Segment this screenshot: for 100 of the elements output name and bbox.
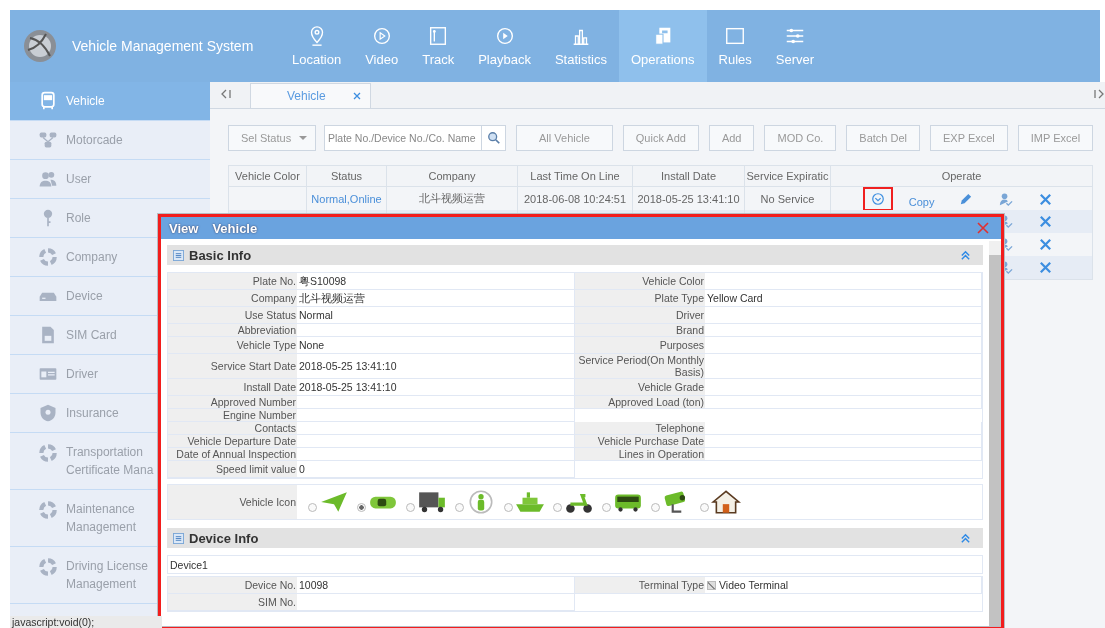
field-label: Purposes [575,337,705,354]
caret-icon [299,135,307,141]
field-label: Engine Number [168,409,297,422]
radio-button[interactable] [602,502,611,512]
field-label: Date of Annual Inspection [168,448,297,461]
toolbar-button[interactable]: EXP Excel [930,125,1008,151]
nav-tab[interactable]: Server [763,10,827,82]
toolbar-button[interactable]: Batch Del [846,125,921,151]
column-header: Company [387,166,518,186]
collapse-icon[interactable] [960,249,971,261]
search-field[interactable]: Plate No./Device No./Co. Name [324,125,482,151]
field-label: Vehicle Type [168,337,297,354]
chevron-circle-icon [870,192,885,206]
nav-tab[interactable]: Operations [618,10,707,82]
ring-icon [38,500,58,520]
search-icon [486,131,501,145]
column-header: Install Date [633,166,745,186]
scroll-right-icon[interactable] [1093,88,1105,100]
dialog-subtitle: Vehicle [212,220,258,236]
toolbar-button[interactable]: IMP Excel [1017,125,1094,151]
table-cell: 北斗视频运营 [419,191,485,206]
delete-icon[interactable] [1038,237,1054,252]
field-label: Plate No. [168,273,297,290]
nav-tab[interactable]: Location [280,10,354,82]
table-cell: No Service [760,192,815,205]
bus-icon [38,91,58,111]
close-icon[interactable] [351,91,362,101]
nav-tab[interactable]: Playback [466,10,543,82]
shield-icon [38,403,58,423]
toolbar-button[interactable]: Add [708,125,755,151]
toolbar-button[interactable]: All Vehicle [516,125,613,151]
close-icon[interactable] [977,222,989,234]
radio-button[interactable] [504,502,513,512]
nav-tab[interactable]: Video [353,10,411,82]
tab[interactable]: Vehicle [250,83,371,108]
nav-tab[interactable]: Statistics [542,10,619,82]
collapse-icon[interactable] [960,532,971,544]
scrollbar[interactable] [989,241,1001,626]
field-label: Contacts [168,422,297,435]
toolbar-button[interactable]: Quick Add [622,125,699,151]
delete-icon[interactable] [1038,214,1054,229]
field-value: 0 [299,463,305,475]
nav-tab[interactable]: Rules [706,10,764,82]
nav-tab[interactable]: Track [410,10,467,82]
toolbar-button[interactable]: MOD Co. [764,125,837,151]
field-label: Service Start Date [168,354,297,379]
radio-button[interactable] [357,502,366,512]
table-cell: Normal,Online [311,192,382,205]
field-value: 粤S10098 [299,275,347,287]
column-header: Status [307,166,387,186]
vehicles-icon [38,130,58,150]
radio-button[interactable] [700,502,709,512]
table-cell: 2018-06-08 10:24:51 [523,192,627,205]
field-label: Speed limit value [168,461,297,478]
field-label: Install Date [168,379,297,396]
field-value: Normal [299,309,333,321]
delete-icon[interactable] [1038,191,1054,207]
user-check-icon[interactable] [998,191,1014,207]
field-value: 10098 [299,579,329,591]
section-header[interactable]: Device Info [167,528,983,548]
ring-icon [38,557,58,577]
scroll-left-icon[interactable] [220,88,232,100]
device-name: Device1 [170,558,208,571]
field-label: Vehicle Color [575,273,705,290]
column-header: Vehicle Color [229,166,307,186]
field-label: Driver [575,307,705,324]
radio-button[interactable] [308,502,317,512]
field-label: Terminal Type [575,577,705,594]
ship-icon [515,489,545,515]
field-label: Approved Load (ton) [575,396,705,409]
truck-icon [417,489,447,515]
column-header: Service Expiratic [745,166,831,186]
list-icon [173,249,184,261]
radio-button[interactable] [406,502,415,512]
radio-button[interactable] [455,502,464,512]
field-value: 2018-05-25 13:41:10 [299,360,397,372]
table-cell: 2018-05-25 13:41:10 [637,192,740,205]
field-label: SIM No. [168,594,297,611]
sidebar-item[interactable]: Vehicle [10,82,210,121]
field-label: Brand [575,324,705,337]
ring-icon [38,443,58,463]
users-icon [38,169,58,189]
column-header: Last Time On Line [518,166,633,186]
field-label: Approved Number [168,396,297,409]
radio-button[interactable] [651,502,660,512]
status-select[interactable]: Sel Status [228,125,316,151]
search-button[interactable] [482,125,506,151]
field-label: Plate Type [575,290,705,307]
field-label: Company [168,290,297,307]
field-label: Use Status [168,307,297,324]
section-header[interactable]: Basic Info [167,245,983,265]
checkbox[interactable] [707,580,716,590]
radio-button[interactable] [553,502,562,512]
field-value: 北斗视频运营 [299,292,365,304]
field-value: 2018-05-25 13:41:10 [299,381,397,393]
copy-link[interactable]: Copy [908,196,935,208]
pencil-icon[interactable] [958,191,974,207]
delete-icon[interactable] [1038,260,1054,275]
field-label: Vehicle Grade [575,379,705,396]
field-label: Telephone [575,422,705,435]
